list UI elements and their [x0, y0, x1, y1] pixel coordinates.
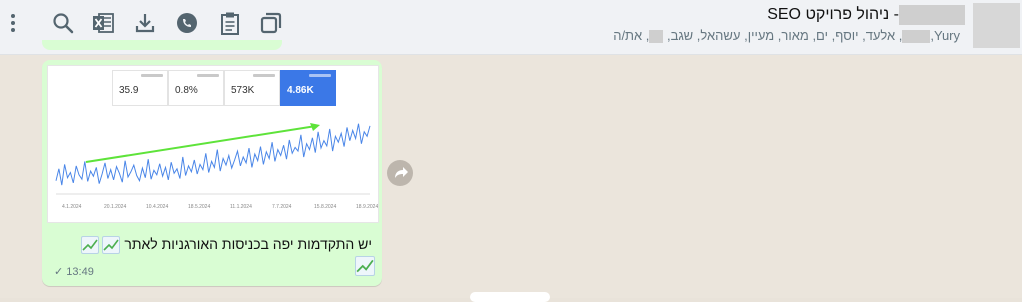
- whatsapp-icon[interactable]: [174, 10, 200, 36]
- traffic-line-chart: 4.1.2024 20.1.2024 10.4.2024 18.5.2024 11.1.…: [55, 123, 378, 210]
- image-attachment[interactable]: 4.86K 573K 0.8% 35.9 4.1.2024 20.1.2024 10…: [47, 65, 379, 223]
- x-tick-label: 10.4.2024: [146, 204, 168, 210]
- x-tick-label: 18.9.2024: [356, 204, 378, 210]
- download-icon[interactable]: [132, 10, 158, 36]
- redacted-member: [902, 30, 931, 44]
- message-timestamp: ✓ 13:49: [54, 266, 94, 278]
- group-avatar[interactable]: [973, 3, 1020, 48]
- message-bubble[interactable]: 4.86K 573K 0.8% 35.9 4.1.2024 20.1.2024 10…: [42, 60, 382, 286]
- search-icon[interactable]: [50, 10, 76, 36]
- x-tick-label: 11.1.2024: [230, 204, 252, 210]
- redacted-member: [649, 30, 664, 44]
- previous-message-bubble: [42, 40, 282, 50]
- forward-icon: [395, 167, 408, 178]
- x-tick-label: 4.1.2024: [62, 204, 82, 210]
- check-icon: ✓: [54, 266, 64, 278]
- chart-increasing-icon: [102, 236, 121, 255]
- stat-card-impressions: 573K: [224, 70, 280, 106]
- group-members: Yury,, אלעד, יוסף, ים, מאור, מעיין, עשהא…: [613, 28, 960, 44]
- info-icon: [141, 74, 163, 77]
- window-icon[interactable]: [258, 10, 284, 36]
- menu-dots-icon[interactable]: [0, 10, 26, 36]
- redacted-name: [899, 5, 965, 25]
- series-line: [55, 123, 371, 186]
- trailing-emoji: [352, 256, 375, 276]
- stat-card-clicks: 4.86K: [280, 70, 336, 106]
- info-icon: [309, 74, 331, 77]
- stat-card-position: 35.9: [112, 70, 168, 106]
- message-text: יש התקדמות יפה בכניסות האורגניות לאתר: [78, 236, 372, 255]
- stat-card-ctr: 0.8%: [168, 70, 224, 106]
- trend-arrow-line: [85, 125, 317, 163]
- info-icon: [197, 74, 219, 77]
- chat-title[interactable]: - ניהול פרויקט SEO: [767, 5, 965, 25]
- clipboard-icon[interactable]: [217, 10, 243, 36]
- x-tick-label: 15.8.2024: [314, 204, 336, 210]
- trend-arrow-head: [310, 123, 320, 131]
- x-tick-label: 7.7.2024: [272, 204, 292, 210]
- x-tick-label: 20.1.2024: [104, 204, 126, 210]
- forward-button[interactable]: [387, 160, 413, 186]
- excel-icon[interactable]: [90, 10, 116, 36]
- chart-increasing-icon: [355, 256, 375, 276]
- date-chip: [470, 292, 550, 302]
- chart-increasing-icon: [81, 236, 100, 255]
- x-tick-label: 18.5.2024: [188, 204, 210, 210]
- info-icon: [253, 74, 275, 77]
